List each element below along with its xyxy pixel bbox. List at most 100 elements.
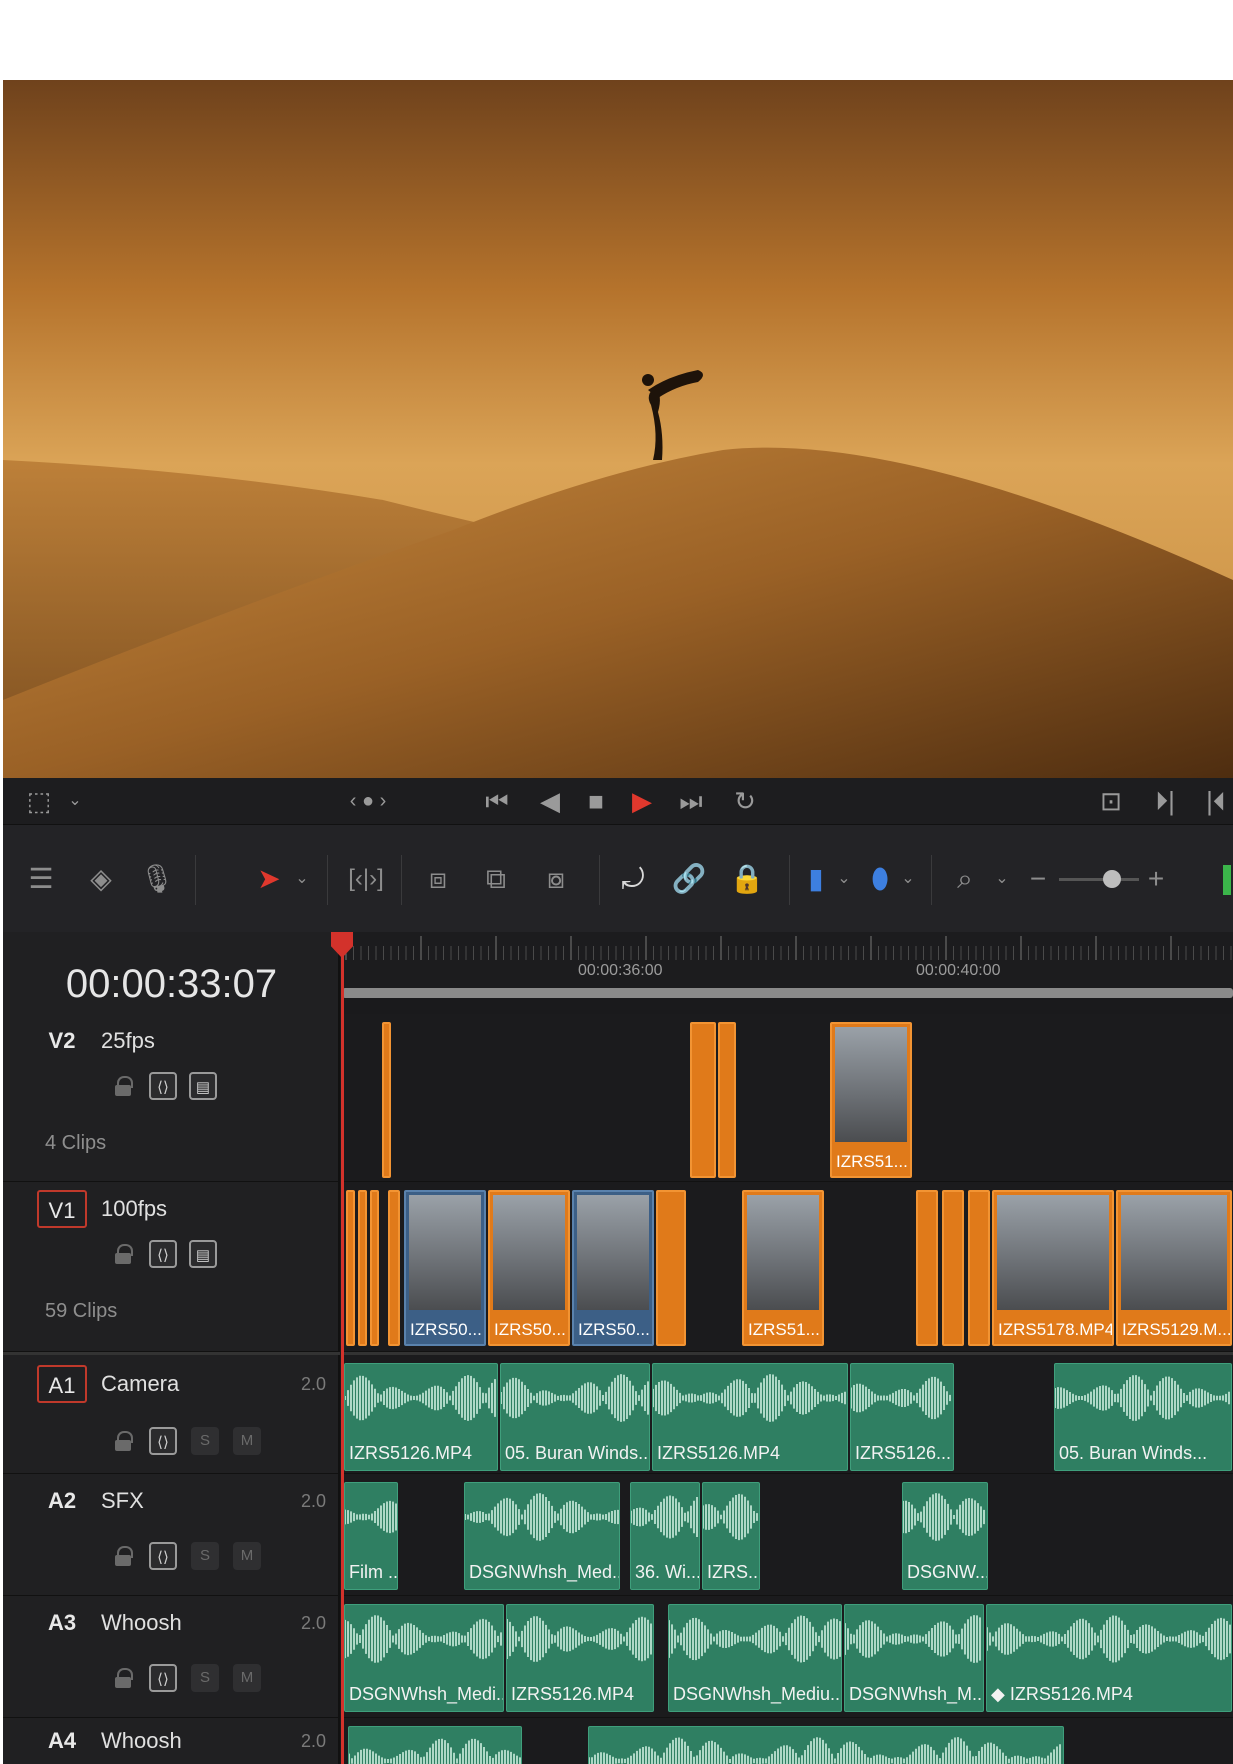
track-lane-v1[interactable]: IZRS50... IZRS50... IZRS50... IZRS51... … <box>342 1182 1233 1352</box>
track-lane-v2[interactable]: IZRS51... <box>342 1014 1233 1182</box>
track-name[interactable]: 25fps <box>101 1022 155 1060</box>
replace-clip-icon[interactable]: ⧇ <box>531 825 581 933</box>
video-clip[interactable]: IZRS50... <box>488 1190 570 1346</box>
timeline-view-options-icon[interactable]: ☰ <box>19 825 63 933</box>
lock-icon[interactable] <box>115 1244 133 1264</box>
marker-icon[interactable]: ⬮ <box>863 825 897 933</box>
video-clip[interactable]: IZRS5178.MP4 <box>992 1190 1114 1346</box>
disable-video-track-icon[interactable]: ▤ <box>189 1072 217 1100</box>
track-name[interactable]: Whoosh <box>101 1604 182 1642</box>
audio-clip[interactable]: DSGNWhsh_Medi... <box>344 1604 504 1712</box>
auto-track-select-icon[interactable]: ⟨⟩ <box>149 1427 177 1455</box>
solo-button[interactable]: S <box>191 1542 219 1570</box>
chevron-down-icon[interactable]: ⌄ <box>291 825 313 933</box>
chevron-down-icon[interactable]: ⌄ <box>833 825 855 933</box>
audio-clip[interactable]: ◆ IZRS5126.MP4 <box>986 1604 1232 1712</box>
zoom-slider-handle[interactable] <box>1103 870 1121 888</box>
video-clip[interactable] <box>346 1190 355 1346</box>
audio-clip[interactable]: DSGNWhsh_Med... <box>464 1482 620 1590</box>
track-lane-a2[interactable]: Film ... DSGNWhsh_Med... 36. Wi... IZRS.… <box>342 1474 1233 1596</box>
match-frame-icon[interactable]: ⊡ <box>1091 778 1131 824</box>
track-lane-a4[interactable] <box>342 1718 1233 1764</box>
selection-arrow-icon[interactable]: ➤ <box>251 825 287 933</box>
video-clip[interactable] <box>942 1190 964 1346</box>
track-header-v1[interactable]: V1 100fps ⟨⟩ ▤ 59 Clips <box>3 1182 340 1352</box>
audio-clip[interactable] <box>588 1726 1064 1764</box>
chevron-down-icon[interactable]: ⌄ <box>65 778 85 824</box>
track-header-v2[interactable]: V2 25fps ⟨⟩ ▤ 4 Clips <box>3 1014 340 1182</box>
stop-icon[interactable]: ■ <box>579 778 613 824</box>
audio-clip[interactable]: DSGNWhsh_Mediu... <box>668 1604 842 1712</box>
lock-icon[interactable] <box>115 1668 133 1688</box>
insert-clip-icon[interactable]: ⧈ <box>413 825 463 933</box>
zoom-in-icon[interactable]: + <box>1143 825 1169 933</box>
solo-button[interactable]: S <box>191 1427 219 1455</box>
next-edit-icon[interactable]: ⏵| <box>1147 778 1183 824</box>
mute-button[interactable]: M <box>233 1542 261 1570</box>
track-id[interactable]: V1 <box>37 1190 87 1228</box>
skip-to-start-icon[interactable]: ⏮ <box>475 778 519 824</box>
video-clip[interactable]: IZRS51... <box>742 1190 824 1346</box>
lock-icon[interactable] <box>115 1431 133 1451</box>
blade-icon[interactable]: [‹|›] <box>341 825 391 933</box>
audio-clip[interactable]: DSGNW... <box>902 1482 988 1590</box>
track-header-a2[interactable]: A2 SFX 2.0 ⟨⟩ S M <box>3 1474 340 1596</box>
video-clip[interactable] <box>718 1022 736 1178</box>
overwrite-clip-icon[interactable]: ⧉ <box>473 825 519 933</box>
flag-icon[interactable]: ▮ <box>799 825 833 933</box>
track-name[interactable]: Whoosh <box>101 1722 182 1760</box>
video-clip[interactable] <box>358 1190 367 1346</box>
play-icon[interactable]: ▶ <box>625 778 659 824</box>
video-clip[interactable] <box>370 1190 379 1346</box>
auto-track-select-icon[interactable]: ⟨⟩ <box>149 1240 177 1268</box>
position-lock-icon[interactable]: 🔒 <box>725 825 769 933</box>
voiceover-icon[interactable]: 🎙 <box>137 825 177 933</box>
video-clip[interactable] <box>388 1190 400 1346</box>
track-name[interactable]: 100fps <box>101 1190 167 1228</box>
zoom-out-icon[interactable]: − <box>1025 825 1051 933</box>
audio-clip[interactable]: IZRS5126... <box>850 1363 954 1471</box>
auto-track-select-icon[interactable]: ⟨⟩ <box>149 1664 177 1692</box>
auto-track-select-icon[interactable]: ⟨⟩ <box>149 1072 177 1100</box>
track-id[interactable]: A1 <box>37 1365 87 1403</box>
audio-clip[interactable] <box>348 1726 522 1764</box>
zoom-icon[interactable]: ⌕ <box>943 825 987 933</box>
snapping-icon[interactable]: ⤾ <box>611 825 655 933</box>
zoom-slider-icon[interactable] <box>1059 878 1139 881</box>
track-header-a1[interactable]: A1 Camera 2.0 ⟨⟩ S M <box>3 1352 340 1474</box>
disable-video-track-icon[interactable]: ▤ <box>189 1240 217 1268</box>
track-name[interactable]: SFX <box>101 1482 144 1520</box>
lock-icon[interactable] <box>115 1546 133 1566</box>
chevron-down-icon[interactable]: ⌄ <box>991 825 1013 933</box>
audio-clip[interactable]: 36. Wi... <box>630 1482 700 1590</box>
audio-clip[interactable]: 05. Buran Winds... <box>500 1363 650 1471</box>
mute-button[interactable]: M <box>233 1664 261 1692</box>
video-clip[interactable]: IZRS50... <box>572 1190 654 1346</box>
video-clip[interactable] <box>916 1190 938 1346</box>
track-header-a4[interactable]: A4 Whoosh 2.0 <box>3 1718 340 1764</box>
prev-edit-icon[interactable]: |⏴ <box>1199 778 1233 824</box>
playhead-line[interactable] <box>341 932 344 1764</box>
track-lane-a3[interactable]: DSGNWhsh_Medi... IZRS5126.MP4 DSGNWhsh_M… <box>342 1596 1233 1718</box>
play-reverse-icon[interactable]: ◀ <box>533 778 567 824</box>
timeline-scrollbar[interactable] <box>342 988 1233 998</box>
chevron-down-icon[interactable]: ⌄ <box>897 825 919 933</box>
lock-icon[interactable] <box>115 1076 133 1096</box>
mute-button[interactable]: M <box>233 1427 261 1455</box>
video-clip[interactable] <box>968 1190 990 1346</box>
track-header-a3[interactable]: A3 Whoosh 2.0 ⟨⟩ S M <box>3 1596 340 1718</box>
video-clip[interactable]: IZRS50... <box>404 1190 486 1346</box>
viewer-crop-icon[interactable]: ⬚ <box>21 778 57 824</box>
video-viewer[interactable] <box>3 80 1233 778</box>
track-lane-a1[interactable]: IZRS5126.MP4 05. Buran Winds... IZRS5126… <box>342 1352 1233 1474</box>
linked-selection-icon[interactable]: 🔗 <box>667 825 711 933</box>
auto-track-select-icon[interactable]: ⟨⟩ <box>149 1542 177 1570</box>
loop-icon[interactable]: ↻ <box>725 778 765 824</box>
timecode-display[interactable]: 00:00:33:07 <box>3 944 340 1024</box>
video-clip[interactable] <box>656 1190 686 1346</box>
audio-clip[interactable]: IZRS... <box>702 1482 760 1590</box>
jog-icon[interactable]: ‹ ● › <box>333 778 403 824</box>
solo-button[interactable]: S <box>191 1664 219 1692</box>
audio-clip[interactable]: Film ... <box>344 1482 398 1590</box>
video-clip[interactable]: IZRS5129.M... <box>1116 1190 1232 1346</box>
